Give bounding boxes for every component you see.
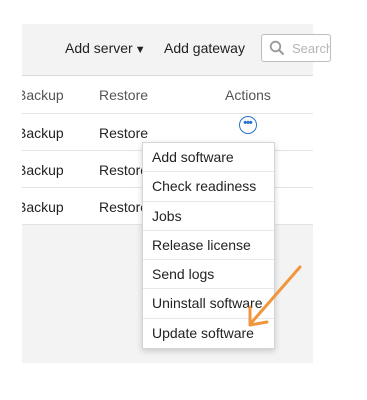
cell-backup: Backup <box>22 199 64 215</box>
annotation-arrow-icon <box>248 265 302 327</box>
menu-item-add-software[interactable]: Add software <box>143 143 274 173</box>
cell-restore: Restore <box>99 199 149 215</box>
menu-item-jobs[interactable]: Jobs <box>143 202 274 231</box>
toolbar: Add server ▼ Add gateway <box>22 24 331 76</box>
add-server-label: Add server <box>65 40 133 56</box>
search-input[interactable] <box>292 39 330 57</box>
cell-restore: Restore <box>99 125 149 141</box>
add-gateway-button[interactable]: Add gateway <box>164 40 245 56</box>
actions-menu-button[interactable]: ••• <box>239 116 257 134</box>
caret-down-icon: ▼ <box>134 44 146 56</box>
cell-backup: Backup <box>22 162 64 178</box>
search-icon <box>269 40 285 56</box>
menu-item-release-license[interactable]: Release license <box>143 231 274 261</box>
search-box[interactable] <box>261 34 331 62</box>
cell-restore: Restore <box>99 162 149 178</box>
add-server-button[interactable]: Add server ▼ <box>65 40 146 56</box>
cell-backup: Backup <box>22 125 64 141</box>
header-actions: Actions <box>225 87 271 103</box>
table-header: Backup Restore Actions <box>22 76 313 114</box>
ellipsis-icon: ••• <box>243 117 253 129</box>
menu-item-check-readiness[interactable]: Check readiness <box>143 172 274 202</box>
header-restore: Restore <box>99 87 149 103</box>
header-backup: Backup <box>22 87 64 103</box>
